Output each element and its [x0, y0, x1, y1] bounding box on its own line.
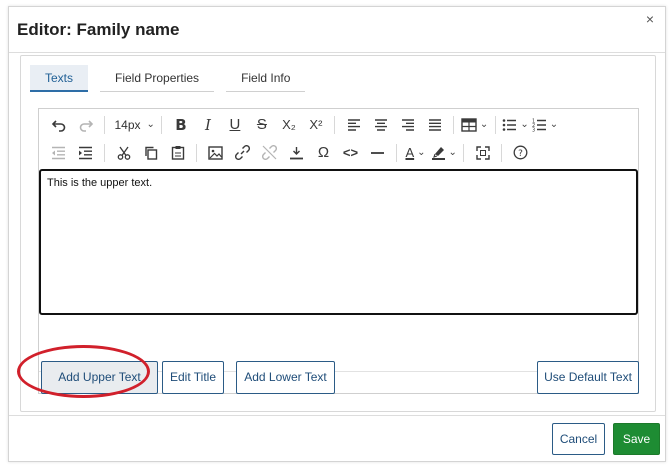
chevron-down-icon: ⌄: [479, 119, 489, 130]
bullet-list-icon[interactable]: ⌄: [502, 113, 529, 137]
link-icon[interactable]: [231, 141, 255, 165]
toolbar-row-1: 14px ⌄ B I U S X₂ X² ⌄ ⌄ 1 2 3 ⌄: [39, 111, 560, 138]
add-lower-text-button[interactable]: Add Lower Text: [236, 361, 335, 394]
tab-field-info[interactable]: Field Info: [226, 65, 306, 92]
align-left-icon[interactable]: [342, 113, 366, 137]
highlight-color-icon[interactable]: ⌄: [431, 141, 457, 165]
italic-icon[interactable]: I: [196, 113, 220, 137]
close-icon[interactable]: ×: [646, 12, 654, 26]
outdent-icon[interactable]: [47, 141, 71, 165]
svg-text:3: 3: [532, 127, 535, 132]
paste-icon[interactable]: [166, 141, 190, 165]
tab-texts[interactable]: Texts: [30, 65, 89, 92]
toolbar-separator: [501, 143, 503, 162]
tab-bar: Texts Field Properties Field Info: [30, 65, 317, 93]
horizontal-rule-icon[interactable]: [366, 141, 390, 165]
editor-toolbar: 14px ⌄ B I U S X₂ X² ⌄ ⌄ 1 2 3 ⌄ Ω <> A …: [39, 109, 638, 167]
font-size-value: 14px: [114, 117, 141, 132]
toolbar-row-2: Ω <> A ⌄ ⌄ ?: [39, 139, 534, 166]
help-glyph: ?: [519, 149, 524, 159]
chevron-down-icon: ⌄: [417, 147, 426, 158]
align-justify-icon[interactable]: [423, 113, 447, 137]
bold-icon[interactable]: B: [169, 113, 193, 137]
tab-field-properties[interactable]: Field Properties: [100, 65, 215, 92]
strikethrough-icon[interactable]: S: [250, 113, 274, 137]
rich-text-editor: 14px ⌄ B I U S X₂ X² ⌄ ⌄ 1 2 3 ⌄ Ω <> A …: [38, 108, 639, 394]
text-color-glyph: A: [405, 145, 415, 160]
unlink-icon[interactable]: [258, 141, 282, 165]
align-right-icon[interactable]: [396, 113, 420, 137]
cut-icon[interactable]: [112, 141, 136, 165]
use-default-text-button[interactable]: Use Default Text: [537, 361, 639, 394]
toolbar-separator: [494, 115, 496, 134]
edit-title-button[interactable]: Edit Title: [162, 361, 224, 394]
toolbar-separator: [104, 115, 105, 134]
special-char-icon[interactable]: Ω: [312, 141, 336, 165]
text-color-icon[interactable]: A ⌄: [404, 141, 428, 165]
add-upper-text-button[interactable]: Add Upper Text: [41, 361, 158, 394]
chevron-down-icon: ⌄: [146, 119, 155, 130]
toolbar-separator: [396, 143, 397, 162]
indent-icon[interactable]: [74, 141, 98, 165]
copy-icon[interactable]: [139, 141, 163, 165]
chevron-down-icon: ⌄: [520, 119, 529, 130]
toolbar-separator: [453, 115, 455, 134]
footer-divider: [9, 415, 665, 416]
toolbar-separator: [334, 115, 336, 134]
help-icon[interactable]: ?: [509, 141, 533, 165]
save-button[interactable]: Save: [613, 423, 660, 455]
align-center-icon[interactable]: [369, 113, 393, 137]
toolbar-separator: [463, 143, 465, 162]
font-size-dropdown[interactable]: 14px ⌄: [112, 113, 155, 137]
toolbar-separator: [104, 143, 105, 162]
table-icon[interactable]: ⌄: [461, 113, 488, 137]
dialog-title: Editor: Family name: [17, 20, 180, 39]
superscript-icon[interactable]: X²: [304, 113, 328, 137]
editor-dialog: Editor: Family name × Texts Field Proper…: [8, 6, 666, 462]
toolbar-separator: [161, 115, 163, 134]
editor-content-area[interactable]: This is the upper text.: [39, 169, 638, 315]
insert-icon[interactable]: [285, 141, 309, 165]
redo-icon[interactable]: [74, 113, 98, 137]
code-icon[interactable]: <>: [339, 141, 363, 165]
cancel-button[interactable]: Cancel: [552, 423, 605, 455]
chevron-down-icon: ⌄: [549, 119, 559, 130]
underline-icon[interactable]: U: [223, 113, 247, 137]
chevron-down-icon: ⌄: [448, 147, 457, 158]
image-icon[interactable]: [204, 141, 228, 165]
undo-icon[interactable]: [47, 113, 71, 137]
editor-text: This is the upper text.: [47, 177, 153, 189]
subscript-icon[interactable]: X₂: [277, 113, 301, 137]
fullscreen-icon[interactable]: [471, 141, 495, 165]
tab-panel: Texts Field Properties Field Info 14px ⌄…: [20, 55, 656, 412]
header-divider: [9, 52, 665, 53]
numbered-list-icon[interactable]: 123 ⌄: [532, 113, 558, 137]
toolbar-separator: [196, 143, 197, 162]
